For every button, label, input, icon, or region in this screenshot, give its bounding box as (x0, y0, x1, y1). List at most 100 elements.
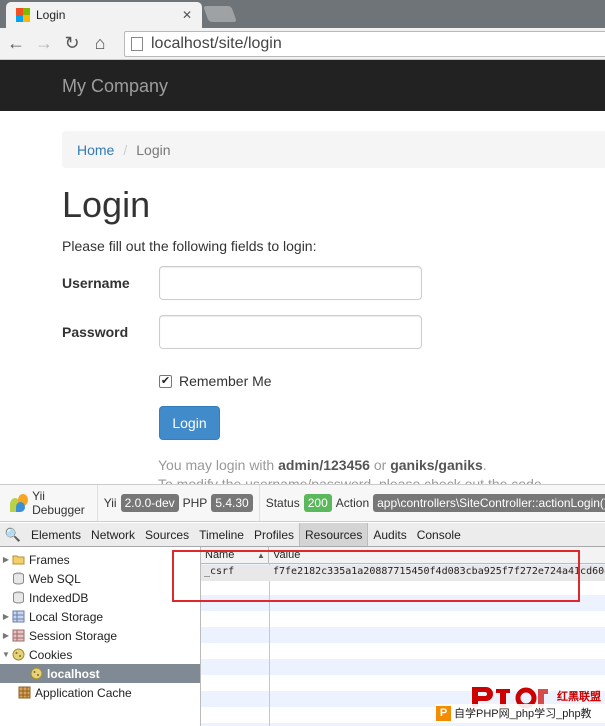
watermark-text: 自学PHP网_php学习_php教 (454, 708, 592, 720)
tree-item-application-cache[interactable]: Application Cache (0, 683, 200, 702)
devtools-tab-resources[interactable]: Resources (299, 523, 369, 546)
php-version-badge: 5.4.30 (211, 494, 253, 512)
watermark-p-icon: P (436, 705, 451, 721)
password-label: Password (62, 324, 129, 340)
breadcrumb-current: Login (136, 141, 171, 158)
tree-item-indexeddb[interactable]: IndexedDB (0, 588, 200, 607)
username-label: Username (62, 275, 130, 291)
remember-me-checkbox[interactable]: ✔ (159, 374, 172, 388)
tree-label: Web SQL (29, 571, 81, 586)
tree-label: Application Cache (35, 685, 132, 700)
grid-header: Name ▲ Value (201, 547, 605, 564)
database-icon (13, 591, 24, 604)
devtools-tab-console[interactable]: Console (412, 523, 466, 546)
home-icon[interactable]: ⌂ (88, 32, 112, 56)
folder-icon (12, 555, 25, 565)
yii-version-badge: 2.0.0-dev (120, 494, 179, 512)
status-badge: 200 (303, 494, 332, 512)
sort-ascending-icon: ▲ (257, 551, 265, 560)
tree-label: localhost (47, 666, 100, 681)
grid-icon (18, 686, 31, 699)
resources-sidebar: ▶ Frames Web SQL IndexedDB ▶ Local Stora… (0, 547, 201, 726)
forward-icon[interactable]: → (32, 32, 56, 56)
expand-arrow-icon[interactable]: ▶ (0, 612, 12, 621)
yii-favicon-icon (16, 8, 30, 22)
tree-label: Frames (29, 552, 70, 567)
breadcrumb-home-link[interactable]: Home (77, 142, 114, 158)
browser-toolbar: ← → ↻ ⌂ localhost/site/login (0, 28, 605, 60)
yii-request-block[interactable]: Status 200 Action app\controllers\SiteCo… (260, 485, 605, 521)
hint-prefix: You may login with (158, 457, 279, 473)
login-hint-line2: To modify the username/password, please … (158, 476, 542, 484)
cookie-value-cell: f7fe2182c335a1a20887715450f4d083cba925f7… (273, 566, 605, 577)
devtools-tab-network[interactable]: Network (86, 523, 140, 546)
login-hint: You may login with admin/123456 or ganik… (158, 457, 487, 473)
intro-text: Please fill out the following fields to … (62, 238, 317, 254)
address-url[interactable]: localhost/site/login (151, 35, 282, 53)
tree-item-local-storage[interactable]: ▶ Local Storage (0, 607, 200, 626)
address-bar[interactable]: localhost/site/login (124, 31, 605, 57)
breadcrumb: Home / Login (62, 131, 605, 168)
remember-me-row[interactable]: ✔ Remember Me (159, 373, 272, 389)
yii-version-block[interactable]: Yii 2.0.0-dev PHP 5.4.30 (98, 485, 260, 521)
page-title: Login (62, 184, 151, 225)
column-header-value[interactable]: Value (273, 547, 300, 564)
hint-or: or (369, 457, 391, 473)
grid-icon (12, 610, 25, 623)
tree-label: Cookies (29, 647, 73, 662)
devtools-tab-timeline[interactable]: Timeline (194, 523, 249, 546)
yii-version-label: Yii (103, 496, 117, 510)
hint-credential-ganiks: ganiks/ganiks (390, 457, 483, 473)
tree-label: IndexedDB (29, 590, 89, 605)
tree-item-web-sql[interactable]: Web SQL (0, 569, 200, 588)
yii-debugger-label: Yii Debugger (32, 489, 85, 517)
watermark-bar: P 自学PHP网_php学习_php教 (436, 704, 605, 722)
action-label: Action (335, 496, 370, 510)
devtools-tabbar: 🔍 Elements Network Sources Timeline Prof… (0, 523, 605, 547)
database-icon (13, 572, 24, 585)
password-input[interactable] (159, 315, 422, 349)
action-badge: app\controllers\SiteController::actionLo… (373, 494, 605, 512)
watermark-side-text: 红黑联盟 (557, 691, 601, 703)
breadcrumb-separator: / (123, 141, 128, 158)
tree-item-session-storage[interactable]: ▶ Session Storage (0, 626, 200, 645)
tree-item-frames[interactable]: ▶ Frames (0, 550, 200, 569)
reload-icon[interactable]: ↻ (60, 32, 84, 56)
tab-title: Login (36, 8, 66, 22)
yii-logo-icon (8, 492, 28, 514)
expand-arrow-icon[interactable]: ▶ (0, 555, 12, 564)
yii-debugger-link[interactable]: Yii Debugger (0, 485, 98, 521)
devtools-search-icon[interactable]: 🔍 (0, 527, 26, 543)
browser-tab-strip: Login ✕ (0, 0, 605, 28)
devtools-tab-elements[interactable]: Elements (26, 523, 86, 546)
cookie-name-cell: _csrf (204, 566, 235, 577)
remember-me-label[interactable]: Remember Me (179, 373, 272, 389)
tree-label: Session Storage (29, 628, 118, 643)
status-label: Status (265, 496, 300, 510)
tab-close-icon[interactable]: ✕ (182, 8, 192, 22)
expand-arrow-icon[interactable]: ▶ (0, 631, 12, 640)
grid-icon (12, 629, 25, 642)
new-tab-button[interactable] (203, 6, 237, 22)
username-input[interactable] (159, 266, 422, 300)
tree-label: Local Storage (29, 609, 104, 624)
collapse-arrow-icon[interactable]: ▼ (0, 650, 12, 659)
devtools-tab-profiles[interactable]: Profiles (249, 523, 299, 546)
login-button[interactable]: Login (159, 406, 220, 440)
php-version-label: PHP (182, 496, 208, 510)
tree-item-cookies[interactable]: ▼ Cookies (0, 645, 200, 664)
page-icon (131, 37, 143, 51)
table-row[interactable]: _csrf f7fe2182c335a1a20887715450f4d083cb… (201, 565, 605, 581)
brand-link[interactable]: My Company (62, 76, 168, 97)
browser-tab-login[interactable]: Login ✕ (6, 2, 202, 28)
site-navbar: My Company (0, 60, 605, 111)
cookie-icon (12, 648, 25, 661)
yii-debug-toolbar: Yii Debugger Yii 2.0.0-dev PHP 5.4.30 St… (0, 484, 605, 522)
hint-credential-admin: admin/123456 (278, 457, 370, 473)
back-icon[interactable]: ← (4, 32, 28, 56)
tree-item-localhost[interactable]: localhost (0, 664, 200, 683)
cookie-icon (30, 667, 43, 680)
devtools-tab-audits[interactable]: Audits (368, 523, 411, 546)
devtools-tab-sources[interactable]: Sources (140, 523, 194, 546)
hint-suffix: . (482, 457, 487, 473)
